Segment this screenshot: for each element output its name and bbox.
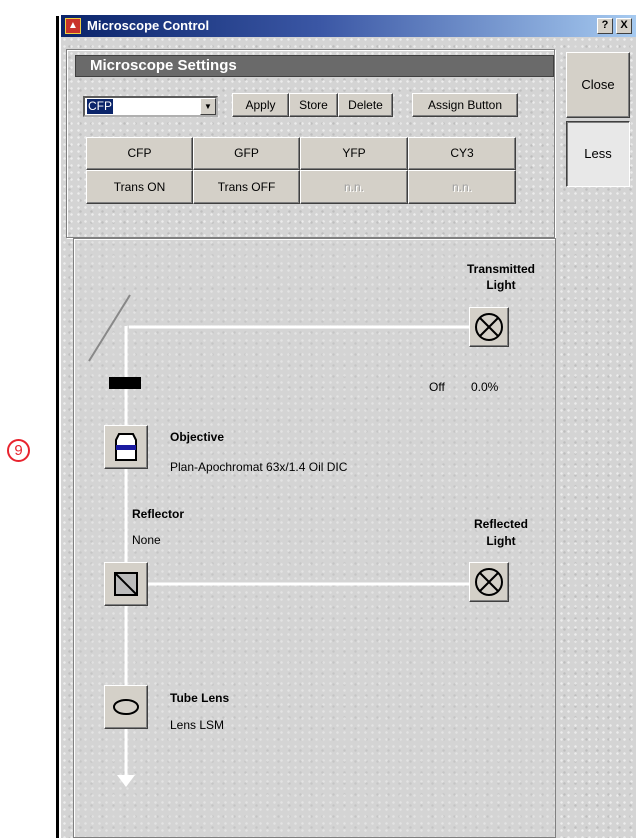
lamp-icon	[475, 568, 503, 596]
mirror-line	[88, 294, 131, 362]
transmitted-light-title-line-1: Transmitted	[466, 262, 535, 276]
reflector-button[interactable]	[104, 562, 148, 606]
tube-lens-value: Lens LSM	[170, 718, 225, 732]
reflector-value: None	[132, 533, 161, 547]
transmitted-light-status: Off	[429, 380, 445, 394]
objective-value: Plan-Apochromat 63x/1.4 Oil DIC	[170, 460, 348, 474]
objective-label: Objective	[170, 430, 225, 444]
microscope-control-window: ▲ Microscope Control ? X Microscope Sett…	[61, 15, 636, 838]
reflected-light-title-line-1: Reflected	[473, 517, 529, 531]
transmitted-light-button[interactable]	[469, 307, 509, 347]
transmitted-light-intensity: 0.0%	[471, 380, 499, 394]
reflector-label: Reflector	[132, 507, 185, 521]
objective-icon	[115, 433, 137, 461]
page-divider-line	[56, 16, 59, 838]
objective-button[interactable]	[104, 425, 148, 469]
reflected-light-title-line-2: Light	[486, 534, 516, 548]
lamp-icon	[475, 313, 503, 341]
tube-lens-label: Tube Lens	[170, 691, 230, 705]
tube-lens-button[interactable]	[104, 685, 148, 729]
shutter-block-icon	[109, 377, 141, 389]
transmitted-light-title-line-2: Light	[486, 278, 516, 292]
arrow-down-icon	[117, 775, 135, 787]
reflected-light-button[interactable]	[469, 562, 509, 602]
lens-icon	[113, 699, 139, 715]
callout-number-badge: 9	[7, 439, 30, 462]
reflector-icon	[114, 572, 138, 596]
